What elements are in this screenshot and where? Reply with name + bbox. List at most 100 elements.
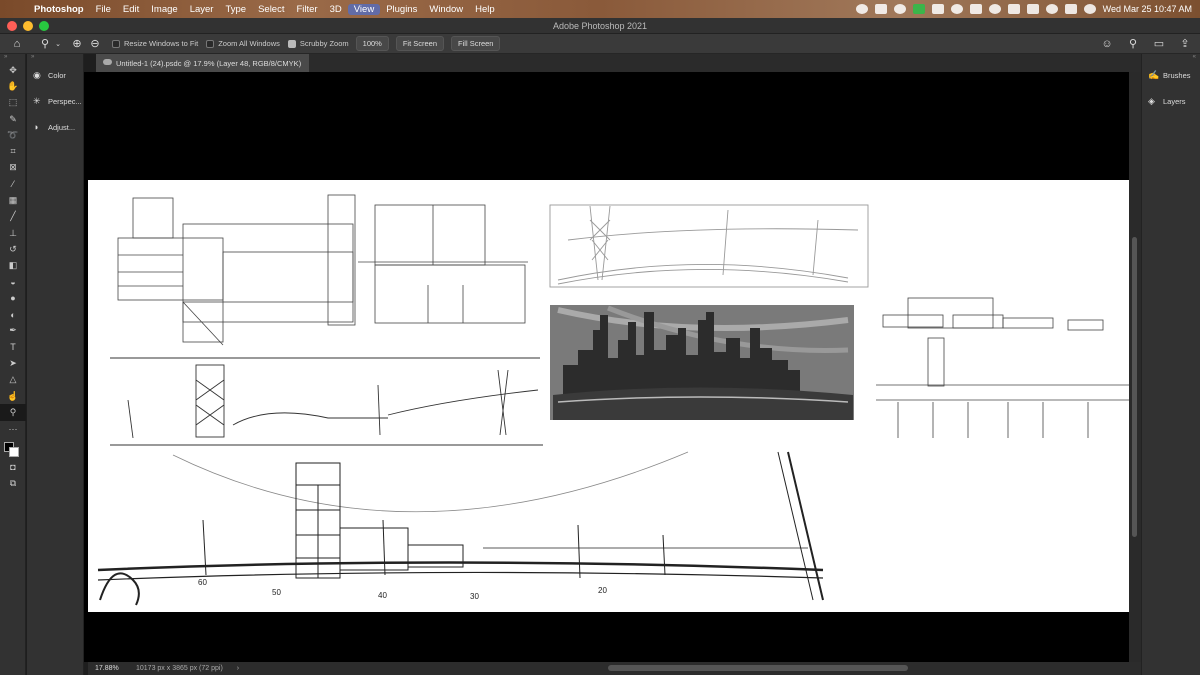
- marquee-tool-icon[interactable]: ⬚: [0, 95, 26, 111]
- crop-tool-icon[interactable]: ⌗: [0, 143, 26, 159]
- menu-layer[interactable]: Layer: [184, 4, 220, 15]
- screen-mode-icon[interactable]: ⧉: [0, 475, 26, 491]
- type-tool-icon[interactable]: T: [0, 339, 26, 355]
- panel-label: Layers: [1163, 96, 1186, 106]
- lasso-tool-icon[interactable]: ➰: [0, 127, 26, 143]
- battery-icon[interactable]: [1026, 4, 1039, 14]
- rocket-icon[interactable]: [874, 4, 887, 14]
- brush-tool-icon[interactable]: ╱: [0, 209, 26, 225]
- chat-icon[interactable]: [931, 4, 944, 14]
- cloud-document-icon: [103, 59, 112, 65]
- app-icon[interactable]: [912, 4, 925, 14]
- panel-brushes[interactable]: ✍ Brushes: [1142, 62, 1200, 88]
- menu-3d[interactable]: 3D: [324, 4, 348, 15]
- color-swatches[interactable]: [0, 437, 26, 459]
- pen-tool-icon[interactable]: ✒: [0, 323, 26, 339]
- spotlight-search-icon[interactable]: [1045, 4, 1058, 14]
- gear-icon[interactable]: [893, 4, 906, 14]
- status-bar: 17.88% 10173 px x 3865 px (72 ppi) ›: [88, 662, 1141, 675]
- close-window-icon[interactable]: [7, 21, 17, 31]
- chevron-down-icon[interactable]: ⌄: [54, 35, 62, 53]
- distance-label-40: 40: [378, 591, 387, 600]
- path-selection-tool-icon[interactable]: ➤: [0, 355, 26, 371]
- home-icon[interactable]: ⌂: [8, 35, 26, 53]
- clock-icon[interactable]: [988, 4, 1001, 14]
- zoom-in-icon[interactable]: ⊕: [68, 35, 86, 53]
- fill-screen-button[interactable]: Fill Screen: [451, 36, 501, 51]
- horizontal-scroll-thumb[interactable]: [608, 665, 908, 671]
- document-dimensions: 10173 px x 3865 px (72 ppi): [136, 665, 223, 672]
- hand-tool-alt-icon[interactable]: ☝: [0, 388, 26, 404]
- creative-cloud-icon[interactable]: [855, 4, 868, 14]
- panel-label: Color: [48, 70, 66, 80]
- panel-perspective[interactable]: ✳ Perspec...: [27, 88, 83, 114]
- clone-stamp-tool-icon[interactable]: ⊥: [0, 225, 26, 241]
- zoom-tool-icon[interactable]: ⚲: [0, 404, 26, 421]
- macos-menu-bar: Photoshop File Edit Image Layer Type Sel…: [0, 0, 1200, 18]
- eyedropper-tool-icon[interactable]: ⁄: [0, 176, 26, 192]
- vertical-scrollbar[interactable]: [1129, 72, 1141, 662]
- options-right: ☺ ⚲ ▭ ⇪: [1098, 35, 1194, 53]
- move-tool-icon[interactable]: ✥: [0, 62, 26, 78]
- quick-selection-tool-icon[interactable]: ✎: [0, 111, 26, 127]
- healing-brush-tool-icon[interactable]: ▦: [0, 192, 26, 208]
- fit-screen-button[interactable]: Fit Screen: [395, 36, 445, 51]
- scrubby-zoom-checkbox[interactable]: Scrubby Zoom: [287, 39, 349, 48]
- paint-bucket-tool-icon[interactable]: ◒: [0, 274, 26, 290]
- distance-label-20: 20: [598, 586, 607, 595]
- zoom-out-icon[interactable]: ⊖: [86, 35, 104, 53]
- panel-layers[interactable]: ◈ Layers: [1142, 88, 1200, 114]
- shape-tool-icon[interactable]: △: [0, 372, 26, 388]
- eraser-tool-icon[interactable]: ◧: [0, 258, 26, 274]
- panel-color[interactable]: ◉ Color: [27, 62, 83, 88]
- document-tab-label: Untitled-1 (24).psdc @ 17.9% (Layer 48, …: [116, 58, 302, 68]
- menu-image[interactable]: Image: [145, 4, 183, 15]
- skyline-painting: [550, 305, 854, 420]
- hand-tool-icon[interactable]: ✋: [0, 78, 26, 94]
- menu-type[interactable]: Type: [219, 4, 252, 15]
- menu-edit[interactable]: Edit: [117, 4, 145, 15]
- control-center-icon[interactable]: [1064, 4, 1077, 14]
- record-icon[interactable]: [950, 4, 963, 14]
- artboard[interactable]: 60 50 40 30 20: [88, 180, 1129, 612]
- more-tools-icon[interactable]: ···: [0, 421, 26, 437]
- dodge-tool-icon[interactable]: ◐: [0, 306, 26, 322]
- frame-tool-icon[interactable]: ⊠: [0, 160, 26, 176]
- menu-window[interactable]: Window: [423, 4, 469, 15]
- share-icon[interactable]: ☺: [1098, 35, 1116, 53]
- background-color-swatch[interactable]: [9, 446, 19, 457]
- quick-mask-icon[interactable]: ◘: [0, 459, 26, 475]
- zoom-level[interactable]: 17.88%: [88, 665, 128, 672]
- history-brush-tool-icon[interactable]: ↺: [0, 241, 26, 257]
- document-tab[interactable]: Untitled-1 (24).psdc @ 17.9% (Layer 48, …: [96, 54, 310, 72]
- canvas-area[interactable]: 60 50 40 30 20: [88, 72, 1129, 662]
- collapse-tools-icon[interactable]: »: [0, 54, 25, 62]
- blur-tool-icon[interactable]: ●: [0, 290, 26, 306]
- menu-clock[interactable]: Wed Mar 25 10:47 AM: [1103, 4, 1192, 14]
- resize-windows-checkbox[interactable]: Resize Windows to Fit: [112, 39, 198, 48]
- zoom-100-button[interactable]: 100%: [355, 36, 389, 51]
- menu-filter[interactable]: Filter: [290, 4, 323, 15]
- menu-file[interactable]: File: [90, 4, 117, 15]
- workspace-icon[interactable]: ▭: [1150, 35, 1168, 53]
- collapse-left-dock-icon[interactable]: »: [27, 54, 83, 62]
- zoom-all-windows-checkbox[interactable]: Zoom All Windows: [206, 39, 280, 48]
- collapse-right-dock-icon[interactable]: «: [1142, 54, 1200, 62]
- share-upload-icon[interactable]: ⇪: [1176, 35, 1194, 53]
- menu-plugins[interactable]: Plugins: [380, 4, 423, 15]
- siri-icon[interactable]: [1083, 4, 1096, 14]
- floorplan-sketch: [117, 194, 528, 346]
- minimize-window-icon[interactable]: [23, 21, 33, 31]
- pencil-icon[interactable]: [969, 4, 982, 14]
- vertical-scroll-thumb[interactable]: [1132, 237, 1137, 537]
- zoom-tool-preset-icon[interactable]: ⚲: [36, 35, 54, 53]
- menu-view[interactable]: View: [347, 3, 381, 15]
- fullscreen-window-icon[interactable]: [39, 21, 49, 31]
- menu-select[interactable]: Select: [252, 4, 290, 15]
- panel-adjustments[interactable]: ◑ Adjust...: [27, 114, 83, 140]
- menu-help[interactable]: Help: [469, 4, 501, 15]
- search-icon[interactable]: ⚲: [1124, 35, 1142, 53]
- menu-photoshop[interactable]: Photoshop: [28, 4, 90, 15]
- wifi-icon[interactable]: [1007, 4, 1020, 14]
- status-menu-arrow[interactable]: ›: [223, 665, 239, 672]
